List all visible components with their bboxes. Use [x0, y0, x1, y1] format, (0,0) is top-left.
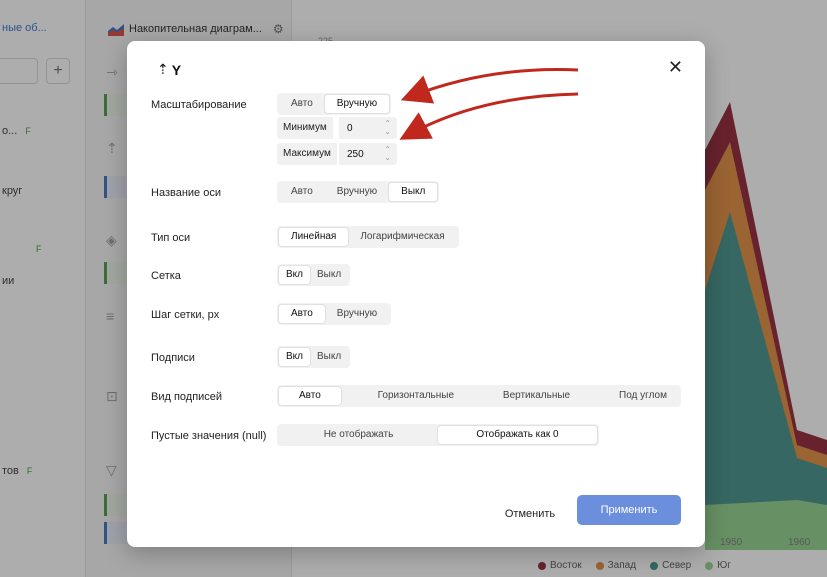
grid-option-off[interactable]: Выкл [310, 266, 348, 284]
null-option-as-zero[interactable]: Отображать как 0 [438, 426, 597, 444]
apply-button[interactable]: Применить [577, 495, 681, 525]
grid-step-toggle: Авто Вручную [277, 303, 392, 325]
null-option-hide[interactable]: Не отображать [279, 426, 438, 444]
grid-option-on[interactable]: Вкл [279, 266, 310, 284]
null-values-toggle: Не отображать Отображать как 0 [277, 424, 599, 446]
dialog-title: ⇡ Y [157, 61, 182, 78]
axis-type-toggle: Линейная Логарифмическая [277, 226, 459, 248]
scaling-toggle: Авто Вручную [277, 93, 392, 115]
scaling-option-manual[interactable]: Вручную [324, 95, 390, 113]
null-values-label: Пустые значения (null) [151, 430, 267, 442]
caption-view-label: Вид подписей [151, 391, 223, 403]
grid-step-option-auto[interactable]: Авто [279, 305, 325, 323]
stepper-icon[interactable]: ⌃ ⌄ [384, 120, 391, 136]
min-value-input[interactable]: 0 ⌃ ⌄ [339, 117, 397, 139]
axis-type-label: Тип оси [151, 232, 191, 244]
caption-view-option-vertical[interactable]: Вертикальные [491, 387, 582, 405]
max-value-input[interactable]: 250 ⌃ ⌄ [339, 143, 397, 165]
axis-name-option-off[interactable]: Выкл [389, 183, 438, 201]
axis-name-option-manual[interactable]: Вручную [325, 183, 389, 201]
stepper-icon[interactable]: ⌃ ⌄ [384, 146, 391, 162]
grid-label: Сетка [151, 270, 181, 282]
axis-type-option-log[interactable]: Логарифмическая [348, 228, 456, 246]
min-label: Минимум [277, 117, 333, 139]
cancel-button[interactable]: Отменить [493, 501, 567, 527]
max-label: Максимум [277, 143, 337, 165]
caption-view-option-angle[interactable]: Под углом [607, 387, 679, 405]
y-axis-settings-dialog: ⇡ Y ✕ Масштабирование Авто Вручную Миним… [127, 41, 705, 547]
captions-toggle: Вкл Выкл [277, 346, 351, 368]
caption-view-toggle: Авто Горизонтальные Вертикальные Под угл… [277, 385, 681, 407]
grid-step-option-manual[interactable]: Вручную [325, 305, 389, 323]
grid-step-label: Шаг сетки, px [151, 309, 220, 321]
close-icon[interactable]: ✕ [668, 57, 683, 77]
captions-option-on[interactable]: Вкл [279, 348, 310, 366]
axis-name-label: Название оси [151, 187, 221, 199]
axis-name-toggle: Авто Вручную Выкл [277, 181, 440, 203]
caption-view-option-horizontal[interactable]: Горизонтальные [366, 387, 466, 405]
grid-toggle: Вкл Выкл [277, 264, 351, 286]
captions-label: Подписи [151, 352, 195, 364]
axis-type-option-linear[interactable]: Линейная [279, 228, 349, 246]
y-axis-arrow-icon: ⇡ [157, 61, 169, 77]
captions-option-off[interactable]: Выкл [310, 348, 348, 366]
axis-name-option-auto[interactable]: Авто [279, 183, 325, 201]
scaling-option-auto[interactable]: Авто [279, 95, 325, 113]
scaling-label: Масштабирование [151, 99, 247, 111]
caption-view-option-auto[interactable]: Авто [279, 387, 341, 405]
